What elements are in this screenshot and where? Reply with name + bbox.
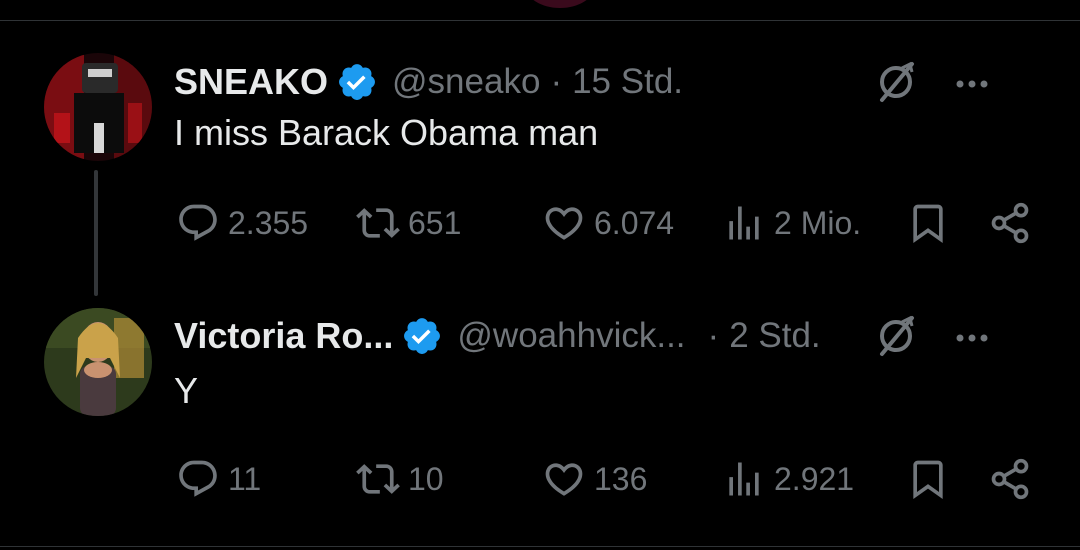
top-divider — [0, 20, 1080, 21]
previous-avatar-edge — [525, 0, 595, 8]
avatar[interactable] — [44, 53, 152, 161]
avatar[interactable] — [44, 308, 152, 416]
views-button[interactable]: 2 Mio. — [722, 198, 861, 248]
tweet-text: I miss Barack Obama man — [174, 112, 599, 153]
author-name[interactable]: SNEAKO — [174, 61, 328, 103]
repost-icon — [356, 464, 400, 494]
tweet-header: SNEAKO @sneako · 15 Std. — [174, 56, 1040, 108]
views-icon — [729, 206, 759, 240]
action-bar: 2.355 651 6.074 2 Mio. — [176, 198, 1036, 248]
separator-dot: · — [707, 316, 720, 355]
bookmark-icon — [913, 460, 943, 500]
tweet-post[interactable]: Victoria Ro... @woahhvick... · 2 Std. Y … — [0, 300, 1080, 540]
share-button[interactable] — [988, 454, 1032, 504]
repost-icon — [356, 208, 400, 238]
author-handle[interactable]: @woahhvick... — [457, 316, 685, 356]
post-time[interactable]: 15 Std. — [572, 62, 683, 102]
repost-button[interactable]: 10 — [356, 454, 444, 504]
separator-dot: · — [550, 62, 563, 101]
verified-badge-icon — [336, 61, 378, 103]
bookmark-icon — [913, 204, 943, 244]
reply-icon — [179, 460, 217, 497]
reply-button[interactable]: 11 — [176, 454, 261, 504]
like-count: 6.074 — [594, 204, 675, 241]
share-icon — [991, 202, 1029, 244]
share-button[interactable] — [988, 198, 1032, 248]
views-icon — [729, 462, 759, 496]
like-button[interactable]: 6.074 — [542, 198, 674, 248]
verified-badge-icon — [401, 315, 443, 357]
views-count: 2.921 — [774, 460, 855, 497]
post-time[interactable]: 2 Std. — [729, 316, 820, 356]
repost-count: 10 — [408, 460, 444, 497]
reply-icon — [179, 204, 217, 241]
reply-count: 2.355 — [228, 204, 309, 241]
heart-icon — [545, 207, 583, 240]
repost-button[interactable]: 651 — [356, 198, 461, 248]
tweet-header: Victoria Ro... @woahhvick... · 2 Std. — [174, 310, 1040, 362]
author-handle[interactable]: @sneako — [392, 62, 540, 102]
tweet-text: Y — [174, 370, 199, 411]
like-count: 136 — [594, 460, 648, 497]
bottom-divider — [0, 546, 1080, 547]
action-bar: 11 10 136 2.921 — [176, 454, 1036, 504]
repost-count: 651 — [408, 204, 462, 241]
more-options-icon[interactable] — [952, 318, 992, 358]
share-icon — [991, 458, 1029, 500]
tweet-post[interactable]: SNEAKO @sneako · 15 Std. I miss Barack O… — [0, 48, 1080, 288]
grok-icon[interactable] — [872, 58, 920, 106]
heart-icon — [545, 463, 583, 496]
bookmark-button[interactable] — [906, 198, 950, 248]
like-button[interactable]: 136 — [542, 454, 647, 504]
views-count: 2 Mio. — [774, 204, 862, 241]
bookmark-button[interactable] — [906, 454, 950, 504]
reply-count: 11 — [228, 460, 262, 497]
grok-icon[interactable] — [872, 312, 920, 360]
more-options-icon[interactable] — [952, 64, 992, 104]
author-name[interactable]: Victoria Ro... — [174, 315, 393, 357]
views-button[interactable]: 2.921 — [722, 454, 854, 504]
reply-button[interactable]: 2.355 — [176, 198, 308, 248]
